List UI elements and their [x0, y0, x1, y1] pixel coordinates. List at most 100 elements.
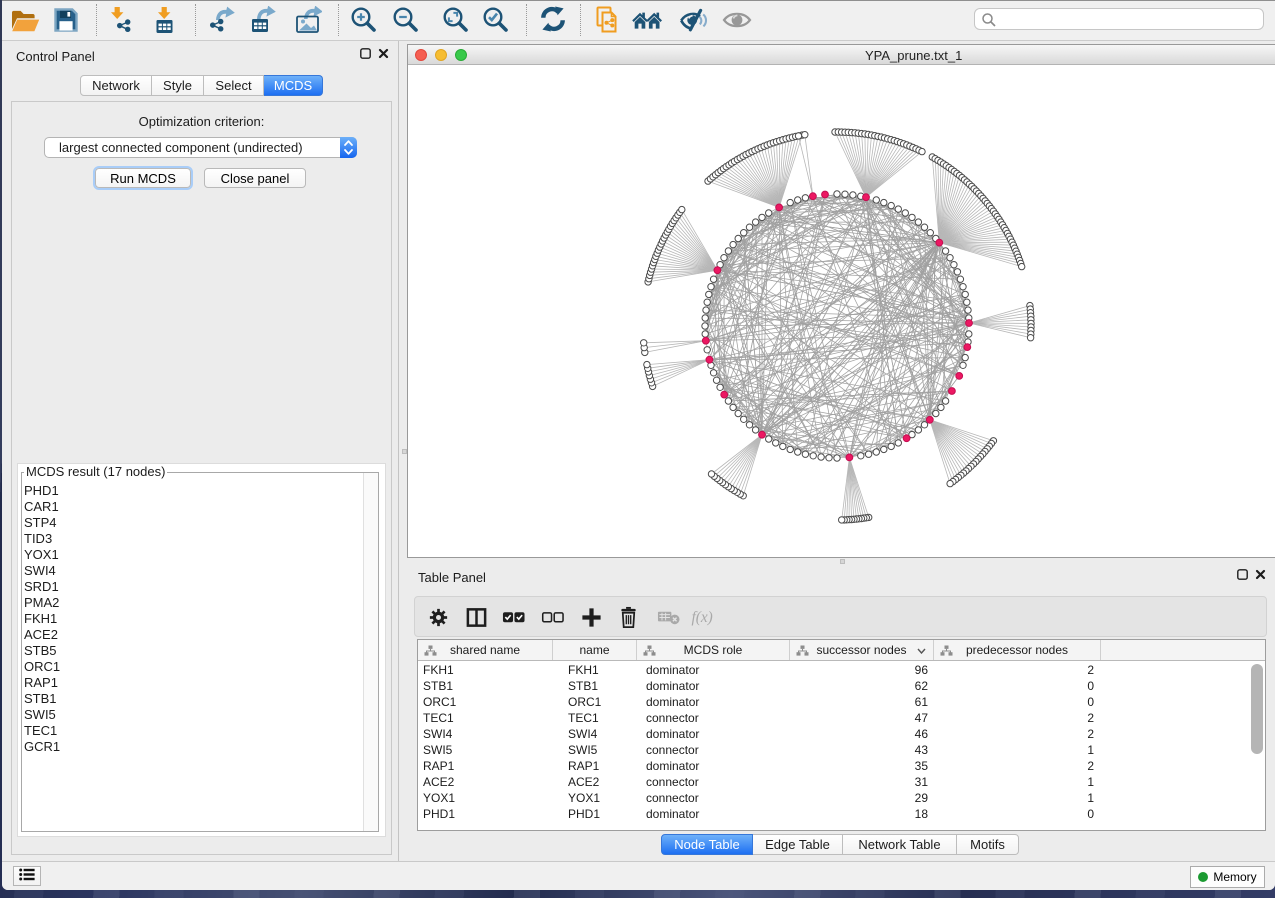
- mcds-result-item[interactable]: YOX1: [23, 547, 362, 563]
- optimization-criterion-dropdown[interactable]: largest connected component (undirected): [44, 137, 357, 158]
- delete-table-button[interactable]: [652, 601, 684, 633]
- add-column-button[interactable]: [575, 601, 607, 633]
- mcds-result-item[interactable]: STP4: [23, 515, 362, 531]
- export-table-button[interactable]: [245, 3, 279, 37]
- memory-button[interactable]: Memory: [1190, 866, 1265, 888]
- mcds-result-item[interactable]: TID3: [23, 531, 362, 547]
- column-header-MCDS-role[interactable]: MCDS role: [637, 640, 790, 660]
- table-cell: SWI5: [423, 742, 543, 758]
- table-row[interactable]: RAP1RAP1dominator352: [418, 758, 1265, 774]
- close-panel-button[interactable]: Close panel: [204, 168, 306, 188]
- mcds-result-item[interactable]: ACE2: [23, 627, 362, 643]
- mcds-result-item[interactable]: PMA2: [23, 595, 362, 611]
- control-panel-close-button[interactable]: [376, 47, 390, 61]
- table-row[interactable]: TEC1TEC1connector472: [418, 710, 1265, 726]
- tab-edge-table[interactable]: Edge Table: [753, 834, 843, 855]
- sort-descending-icon: [917, 648, 926, 654]
- mcds-result-item[interactable]: TEC1: [23, 723, 362, 739]
- run-mcds-button[interactable]: Run MCDS: [95, 168, 191, 188]
- table-cell: connector: [646, 710, 776, 726]
- table-panel-close-button[interactable]: [1253, 568, 1267, 582]
- table-row[interactable]: FKH1FKH1dominator962: [418, 662, 1265, 678]
- network-window-titlebar[interactable]: YPA_prune.txt_1: [408, 45, 1275, 65]
- export-image-button[interactable]: [291, 3, 325, 37]
- zoom-in-button[interactable]: [347, 3, 381, 37]
- mcds-result-item[interactable]: SWI5: [23, 707, 362, 723]
- tab-node-table[interactable]: Node Table: [661, 834, 753, 855]
- horizontal-splitter-grip[interactable]: [840, 559, 845, 564]
- tab-motifs[interactable]: Motifs: [957, 834, 1019, 855]
- column-header-predecessor-nodes[interactable]: predecessor nodes: [934, 640, 1101, 660]
- column-header-shared-name[interactable]: shared name: [418, 640, 553, 660]
- maximize-traffic-light[interactable]: [455, 49, 467, 61]
- delete-column-button[interactable]: [612, 601, 644, 633]
- tab-mcds[interactable]: MCDS: [264, 75, 323, 96]
- float-icon: [1237, 569, 1248, 580]
- zoom-selected-button[interactable]: [479, 3, 513, 37]
- zoom-fit-button[interactable]: [439, 3, 473, 37]
- network-window: YPA_prune.txt_1: [407, 44, 1275, 558]
- show-all-button[interactable]: [720, 3, 754, 37]
- mcds-result-item[interactable]: STB1: [23, 691, 362, 707]
- table-body: FKH1FKH1dominator962STB1STB1dominator620…: [418, 662, 1265, 830]
- table-row[interactable]: ACE2ACE2connector311: [418, 774, 1265, 790]
- mcds-result-item[interactable]: GCR1: [23, 739, 362, 755]
- table-panel-float-button[interactable]: [1235, 568, 1249, 582]
- table-cell: TEC1: [568, 710, 628, 726]
- delete-column-icon: [617, 606, 640, 629]
- memory-label: Memory: [1213, 870, 1256, 884]
- mcds-result-item[interactable]: CAR1: [23, 499, 362, 515]
- mcds-result-item[interactable]: SRD1: [23, 579, 362, 595]
- search-input[interactable]: [999, 10, 1259, 28]
- mcds-result-item[interactable]: FKH1: [23, 611, 362, 627]
- table-row[interactable]: ORC1ORC1dominator610: [418, 694, 1265, 710]
- mcds-result-list[interactable]: PHD1CAR1STP4TID3YOX1SWI4SRD1PMA2FKH1ACE2…: [23, 483, 362, 830]
- table-row[interactable]: SWI5SWI5connector431: [418, 742, 1265, 758]
- mcds-result-item[interactable]: SWI4: [23, 563, 362, 579]
- mcds-result-item[interactable]: RAP1: [23, 675, 362, 691]
- refresh-icon: [539, 6, 567, 34]
- network-canvas[interactable]: [408, 66, 1275, 557]
- column-header-name[interactable]: name: [553, 640, 637, 660]
- zoom-out-button[interactable]: [389, 3, 423, 37]
- tab-network-table[interactable]: Network Table: [843, 834, 957, 855]
- duplicate-network-button[interactable]: [591, 3, 625, 37]
- horizontal-splitter[interactable]: [407, 558, 1275, 565]
- mcds-list-scrollbar[interactable]: [363, 473, 378, 831]
- add-column-icon: [580, 606, 603, 629]
- hide-selected-button[interactable]: [677, 3, 711, 37]
- open-session-button[interactable]: [8, 3, 42, 37]
- tab-style[interactable]: Style: [152, 75, 204, 96]
- main-area: Control Panel NetworkStyleSelectMCDS Opt…: [2, 41, 1275, 861]
- unselect-all-button[interactable]: [536, 601, 568, 633]
- save-session-button[interactable]: [49, 3, 83, 37]
- table-row[interactable]: STB1STB1dominator620: [418, 678, 1265, 694]
- task-history-button[interactable]: [13, 866, 41, 886]
- mcds-result-item[interactable]: ORC1: [23, 659, 362, 675]
- mcds-result-item[interactable]: PHD1: [23, 483, 362, 499]
- close-traffic-light[interactable]: [415, 49, 427, 61]
- select-all-button[interactable]: [497, 601, 529, 633]
- control-panel-float-button[interactable]: [358, 47, 372, 61]
- svg-text:f(x): f(x): [691, 608, 712, 625]
- minimize-traffic-light[interactable]: [435, 49, 447, 61]
- column-header-successor-nodes[interactable]: successor nodes: [790, 640, 934, 660]
- settings-button[interactable]: [422, 601, 454, 633]
- table-row[interactable]: SWI4SWI4dominator462: [418, 726, 1265, 742]
- tab-select[interactable]: Select: [204, 75, 264, 96]
- first-neighbors-button[interactable]: [630, 3, 664, 37]
- mcds-result-item[interactable]: STB5: [23, 643, 362, 659]
- table-scrollbar-thumb[interactable]: [1251, 664, 1263, 754]
- stepper-arrows-icon: [340, 137, 357, 158]
- import-network-button[interactable]: [103, 3, 137, 37]
- table-row[interactable]: PHD1PHD1dominator180: [418, 806, 1265, 822]
- column-header-label: MCDS role: [637, 643, 789, 657]
- tab-network[interactable]: Network: [80, 75, 152, 96]
- refresh-button[interactable]: [536, 3, 570, 37]
- vertical-splitter[interactable]: [399, 41, 407, 861]
- column-layout-button[interactable]: [460, 601, 492, 633]
- function-builder-button[interactable]: f(x): [686, 601, 718, 633]
- export-network-button[interactable]: [204, 3, 238, 37]
- import-table-button[interactable]: [147, 3, 181, 37]
- table-row[interactable]: YOX1YOX1connector291: [418, 790, 1265, 806]
